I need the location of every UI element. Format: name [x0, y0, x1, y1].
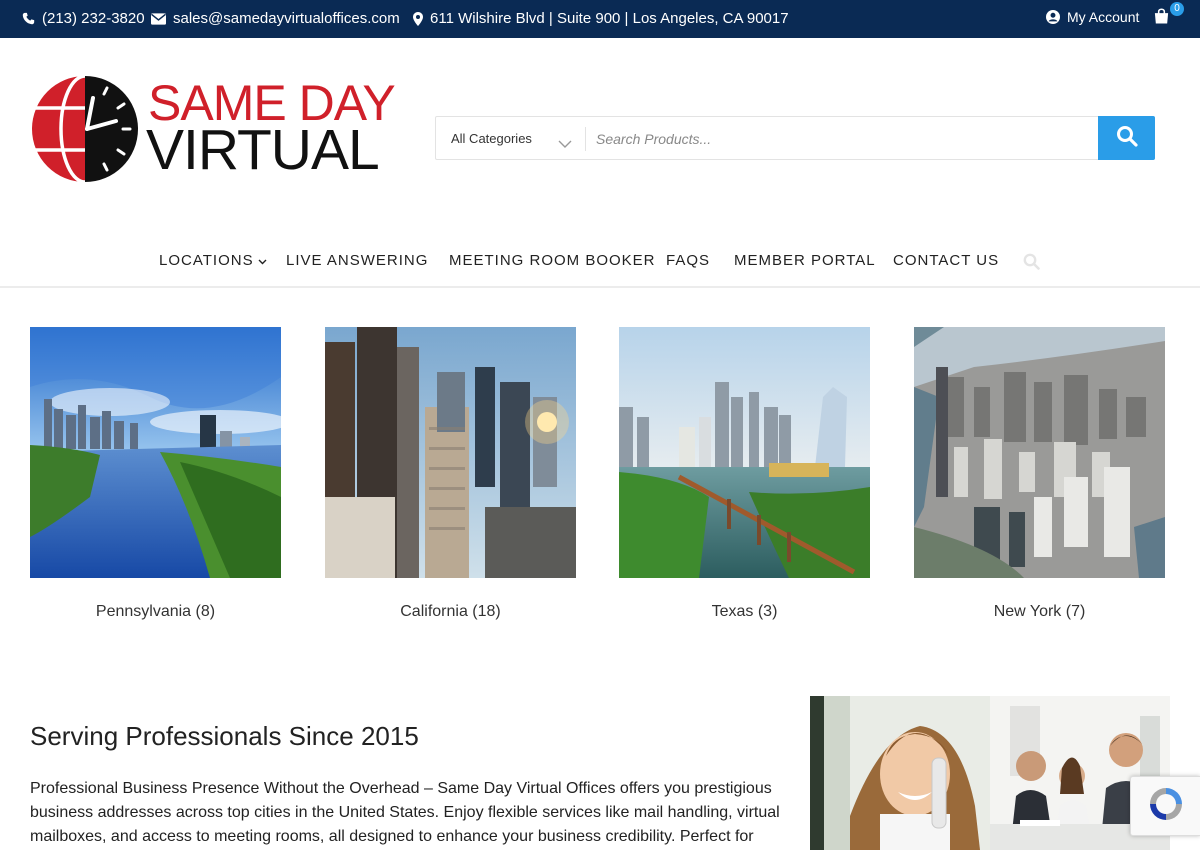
- location-label-pennsylvania[interactable]: Pennsylvania (8): [30, 603, 281, 621]
- chevron-down-icon[interactable]: [558, 135, 572, 153]
- search-input[interactable]: [596, 127, 1086, 151]
- about-paragraph: Professional Business Presence Without t…: [30, 780, 780, 845]
- about-heading: Serving Professionals Since 2015: [30, 721, 419, 751]
- user-icon: [1046, 10, 1060, 24]
- logo-text-virtual: VIRTUAL: [146, 118, 380, 182]
- location-label-california[interactable]: California (18): [325, 603, 576, 621]
- nav-item-faqs[interactable]: FAQS: [666, 252, 710, 269]
- nav-item-live-answering[interactable]: LIVE ANSWERING: [286, 252, 428, 269]
- location-image-new-york[interactable]: [914, 327, 1165, 578]
- recaptcha-badge[interactable]: [1130, 776, 1200, 836]
- phone-contact[interactable]: (213) 232-3820: [22, 10, 145, 27]
- phone-number: (213) 232-3820: [42, 10, 145, 27]
- nav-item-meeting-room-booker[interactable]: MEETING ROOM BOOKER: [449, 252, 656, 269]
- my-account-link[interactable]: My Account: [1046, 9, 1139, 25]
- recaptcha-icon: [1146, 784, 1186, 829]
- nav-divider: [0, 286, 1200, 288]
- my-account-label: My Account: [1067, 9, 1140, 25]
- nav-item-contact-us[interactable]: CONTACT US: [893, 252, 999, 269]
- chevron-down-icon: [258, 252, 267, 269]
- map-pin-icon: [413, 11, 423, 26]
- category-select[interactable]: All Categories: [451, 131, 532, 146]
- nav-label: LIVE ANSWERING: [286, 252, 429, 269]
- address-contact: 611 Wilshire Blvd | Suite 900 | Los Ange…: [413, 10, 789, 27]
- search-icon: [1116, 125, 1138, 152]
- nav-label: MEMBER PORTAL: [734, 252, 876, 269]
- address-text: 611 Wilshire Blvd | Suite 900 | Los Ange…: [430, 10, 789, 27]
- search-button[interactable]: [1098, 116, 1155, 160]
- nav-item-member-portal[interactable]: MEMBER PORTAL: [734, 252, 876, 269]
- search-divider: [585, 127, 586, 151]
- location-image-california[interactable]: [325, 327, 576, 578]
- nav-label: LOCATIONS: [159, 252, 254, 269]
- location-image-pennsylvania[interactable]: [30, 327, 281, 578]
- shopping-bag-icon: [1153, 8, 1170, 24]
- location-label-texas[interactable]: Texas (3): [619, 603, 870, 621]
- about-image-professionals: [810, 696, 1170, 850]
- location-label-new-york[interactable]: New York (7): [914, 603, 1165, 621]
- nav-label: MEETING ROOM BOOKER: [449, 252, 656, 269]
- envelope-icon: [151, 12, 166, 25]
- email-address: sales@samedayvirtualoffices.com: [173, 10, 400, 27]
- clock-globe-logo-icon: [30, 74, 138, 184]
- product-search-bar: All Categories: [435, 116, 1155, 160]
- nav-item-locations[interactable]: LOCATIONS: [159, 252, 267, 269]
- nav-label: CONTACT US: [893, 252, 1000, 269]
- phone-icon: [22, 12, 35, 25]
- location-image-texas[interactable]: [619, 327, 870, 578]
- top-bar: (213) 232-3820 sales@samedayvirtualoffic…: [0, 0, 1200, 38]
- nav-label: FAQS: [666, 252, 711, 269]
- email-contact[interactable]: sales@samedayvirtualoffices.com: [151, 10, 400, 27]
- cart-button[interactable]: [1153, 8, 1170, 24]
- nav-search-icon[interactable]: [1023, 253, 1040, 270]
- main-navigation: LOCATIONS LIVE ANSWERING MEETING ROOM BO…: [0, 252, 1200, 272]
- cart-count-badge: 0: [1170, 2, 1184, 16]
